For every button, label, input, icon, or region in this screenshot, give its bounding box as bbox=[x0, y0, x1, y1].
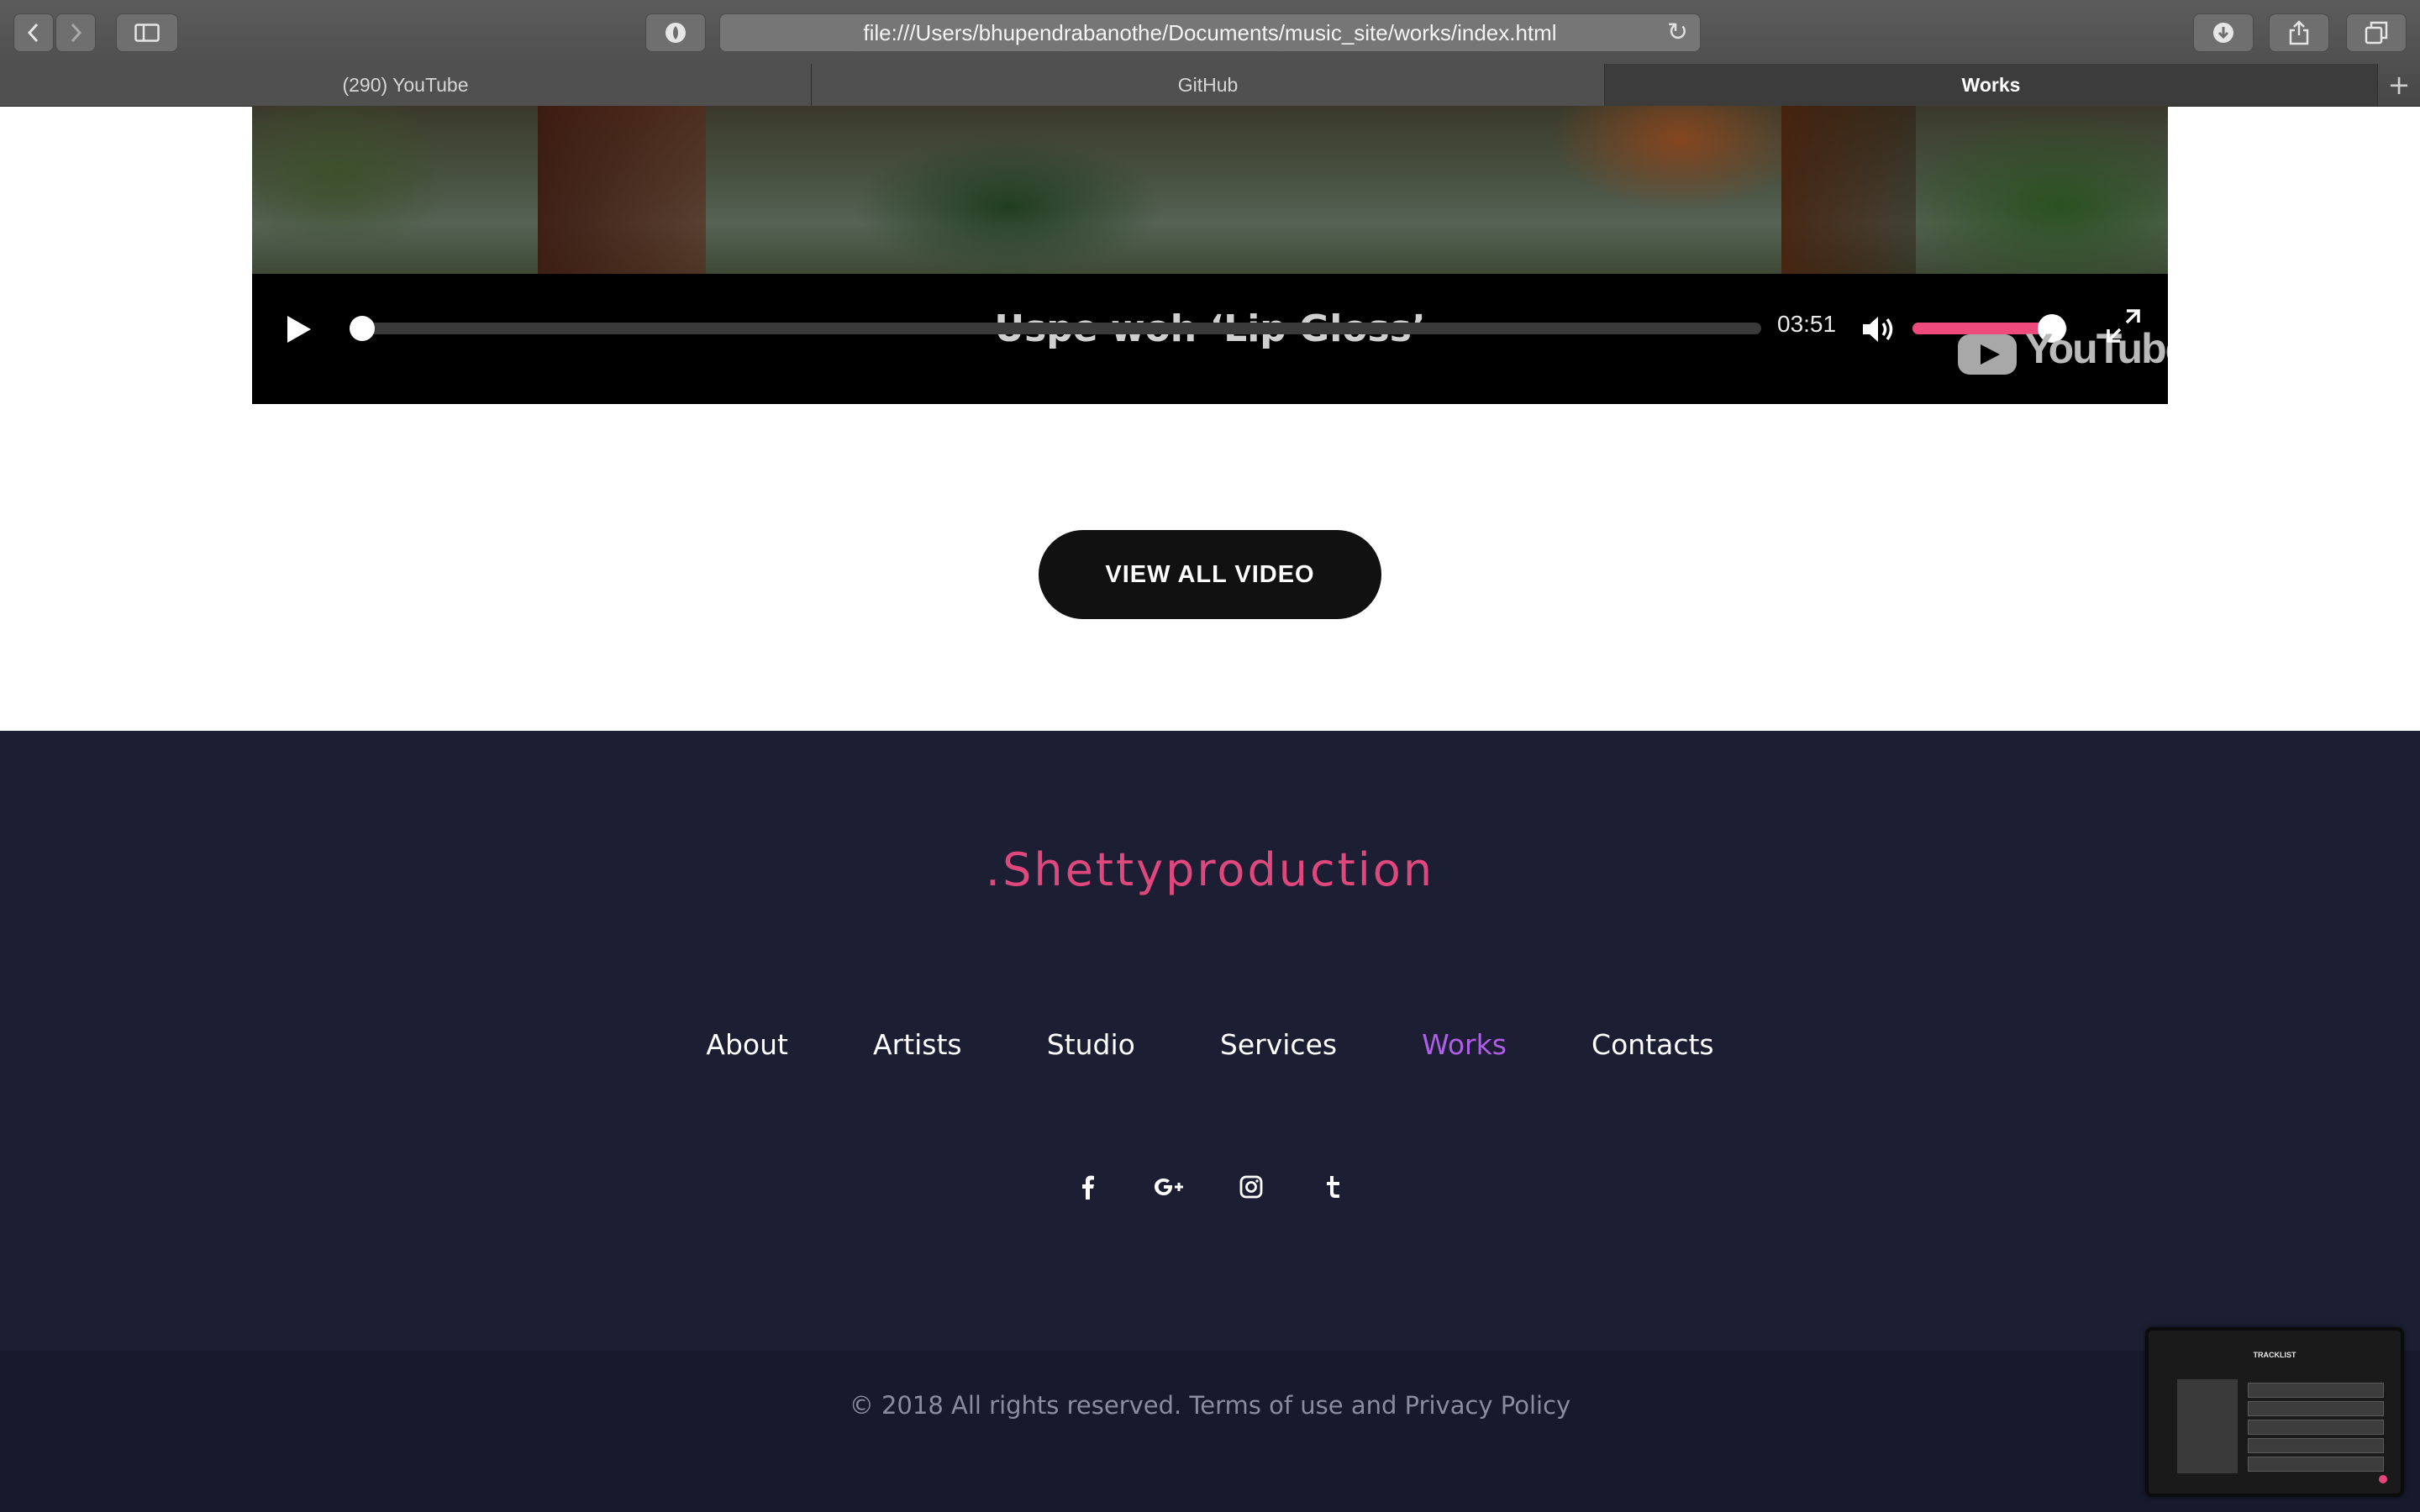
url-bar[interactable]: file:///Users/bhupendrabanothe/Documents… bbox=[719, 13, 1701, 52]
tab-label: Works bbox=[1961, 73, 2021, 96]
reload-icon[interactable]: ↻ bbox=[1667, 18, 1688, 47]
preview-row bbox=[2248, 1401, 2384, 1416]
footer-nav-about[interactable]: About bbox=[706, 1028, 788, 1061]
footer-nav-artists[interactable]: Artists bbox=[873, 1028, 962, 1061]
video-player[interactable]: Uspe woh ‘Lip Gloss’ 03:51 YouTube bbox=[252, 106, 2168, 404]
preview-row bbox=[2248, 1438, 2384, 1453]
footer-nav: About Artists Studio Services Works Cont… bbox=[0, 1028, 2420, 1061]
preview-row bbox=[2248, 1420, 2384, 1435]
footer-nav-contacts[interactable]: Contacts bbox=[1591, 1028, 1714, 1061]
tumblr-icon[interactable] bbox=[1316, 1174, 1349, 1208]
sidebar-icon[interactable] bbox=[116, 13, 178, 52]
google-plus-icon[interactable] bbox=[1152, 1174, 1186, 1208]
tabs-icon[interactable] bbox=[2346, 13, 2407, 52]
progress-knob[interactable] bbox=[350, 316, 375, 341]
browser-chrome: file:///Users/bhupendrabanothe/Documents… bbox=[0, 0, 2420, 107]
shield-icon[interactable] bbox=[645, 13, 706, 52]
fullscreen-icon[interactable] bbox=[2105, 307, 2142, 344]
video-duration: 03:51 bbox=[1777, 311, 1837, 337]
tab-works[interactable]: Works bbox=[1605, 64, 2378, 106]
video-frame-detail bbox=[538, 106, 706, 274]
facebook-icon[interactable] bbox=[1071, 1174, 1104, 1208]
video-frame-detail bbox=[1781, 106, 1916, 274]
tab-bar: (290) YouTube GitHub Works + bbox=[0, 64, 2420, 106]
youtube-logo-text: YouTube bbox=[2025, 325, 2168, 372]
footer-nav-services[interactable]: Services bbox=[1220, 1028, 1337, 1061]
play-icon[interactable] bbox=[279, 311, 316, 348]
copyright-text: © 2018 All rights reserved. Terms of use… bbox=[849, 1391, 1571, 1420]
preview-dot bbox=[2379, 1475, 2387, 1483]
url-text: file:///Users/bhupendrabanothe/Documents… bbox=[863, 19, 1557, 45]
view-all-video-button[interactable]: VIEW ALL VIDEO bbox=[1039, 530, 1381, 619]
tab-github[interactable]: GitHub bbox=[812, 64, 1605, 106]
instagram-icon[interactable] bbox=[1234, 1174, 1268, 1208]
screenshot-preview-thumbnail[interactable]: TRACKLIST bbox=[2145, 1327, 2404, 1497]
chevron-right-icon[interactable] bbox=[55, 13, 96, 52]
share-icon[interactable] bbox=[2269, 13, 2329, 52]
preview-row bbox=[2248, 1383, 2384, 1398]
preview-row bbox=[2248, 1457, 2384, 1472]
tab-youtube[interactable]: (290) YouTube bbox=[0, 64, 812, 106]
plus-icon[interactable]: + bbox=[2378, 64, 2420, 106]
preview-card bbox=[2177, 1379, 2238, 1473]
tab-label: (290) YouTube bbox=[342, 73, 469, 96]
footer-nav-works[interactable]: Works bbox=[1422, 1028, 1507, 1061]
volume-icon[interactable] bbox=[1860, 311, 1897, 348]
browser-toolbar: file:///Users/bhupendrabanothe/Documents… bbox=[0, 0, 2420, 64]
copyright-bar bbox=[0, 1351, 2420, 1512]
footer-nav-studio[interactable]: Studio bbox=[1047, 1028, 1135, 1061]
social-links bbox=[0, 1174, 2420, 1208]
preview-title: TRACKLIST bbox=[2253, 1351, 2296, 1359]
chevron-left-icon[interactable] bbox=[13, 13, 54, 52]
download-icon[interactable] bbox=[2193, 13, 2254, 52]
tab-label: GitHub bbox=[1177, 73, 1239, 96]
footer-brand[interactable]: .Shettyproduction bbox=[0, 843, 2420, 896]
progress-bar[interactable] bbox=[353, 323, 1761, 334]
